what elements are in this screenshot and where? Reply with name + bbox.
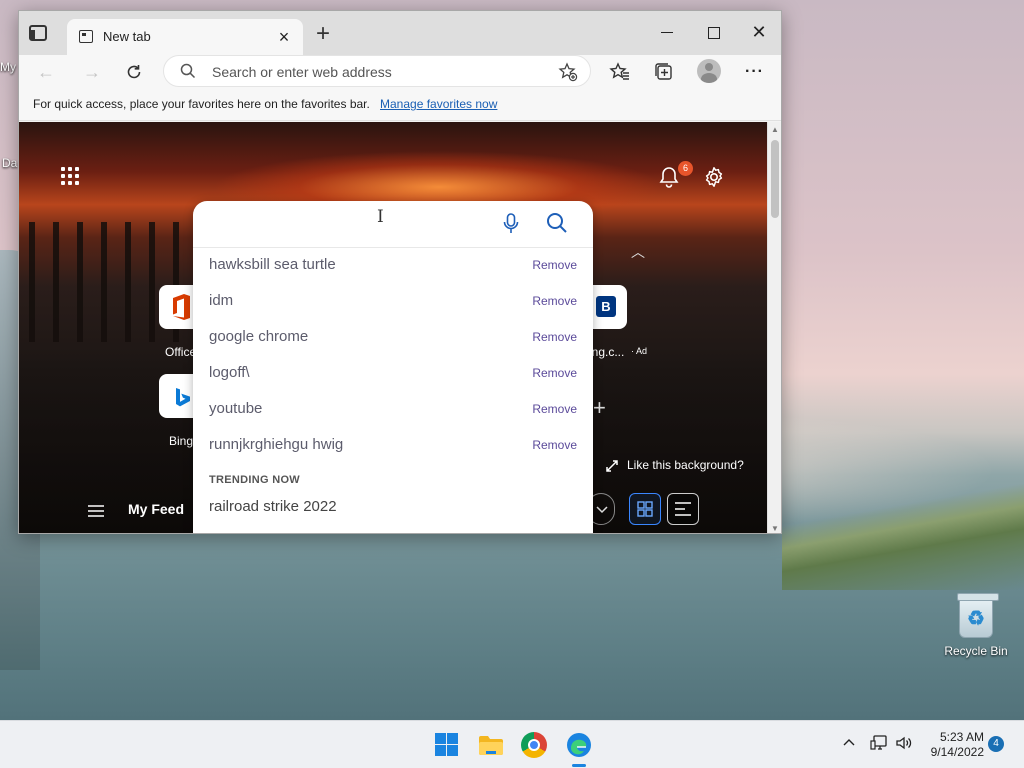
suggestion-query[interactable]: google chrome	[209, 328, 308, 345]
manage-favorites-link[interactable]: Manage favorites now	[380, 97, 497, 111]
new-tab-plus-icon[interactable]: +	[311, 22, 335, 47]
maximize-button[interactable]	[701, 21, 725, 45]
suggestion-item[interactable]: logoff\ Remove	[193, 356, 593, 392]
favorites-bar: For quick access, place your favorites h…	[19, 89, 781, 121]
suggestion-item[interactable]: runnjkrghiehgu hwig Remove	[193, 428, 593, 464]
remove-suggestion-button[interactable]: Remove	[532, 402, 577, 416]
background-pier-post	[77, 222, 83, 342]
suggestion-query[interactable]: idm	[209, 292, 233, 309]
like-background-button[interactable]: Like this background?	[605, 458, 744, 473]
tab-actions-menu-icon[interactable]	[29, 25, 47, 41]
remove-suggestion-button[interactable]: Remove	[532, 330, 577, 344]
page-scrollbar[interactable]: ▲ ▼	[767, 122, 781, 533]
start-windows-icon[interactable]	[433, 731, 461, 759]
search-submit-icon[interactable]	[546, 212, 568, 239]
suggestion-item[interactable]: hawksbill sea turtle Remove	[193, 248, 593, 284]
tab-title: New tab	[103, 29, 151, 44]
background-pier-post	[125, 222, 131, 342]
more-options-icon[interactable]: ···	[745, 61, 767, 83]
text-cursor-icon: I	[377, 207, 384, 227]
favorites-icon[interactable]	[609, 61, 631, 83]
trending-now-heading: TRENDING NOW	[209, 474, 300, 486]
recycle-bin-desktop-icon[interactable]: ♻ Recycle Bin	[944, 593, 1008, 658]
back-arrow-icon[interactable]: ←	[33, 59, 59, 85]
remove-suggestion-button[interactable]: Remove	[532, 258, 577, 272]
add-favorite-star-icon[interactable]	[558, 62, 578, 87]
system-clock[interactable]: 5:23 AM 9/14/2022	[922, 730, 984, 760]
refresh-icon[interactable]	[121, 59, 147, 85]
notification-count-badge: 6	[678, 161, 693, 176]
scroll-down-arrow-icon[interactable]: ▼	[771, 524, 779, 533]
taskbar: 5:23 AM 9/14/2022 4	[0, 720, 1024, 768]
remove-suggestion-button[interactable]: Remove	[532, 438, 577, 452]
collapse-chevron-up-icon[interactable]: ︿	[631, 242, 645, 262]
scrollbar-thumb[interactable]	[771, 140, 779, 218]
close-tab-icon[interactable]: ×	[273, 26, 295, 48]
background-pier-post	[101, 222, 107, 342]
new-tab-page: 6 ︿ Office B ing.c... · Ad Bing + Like t…	[19, 122, 767, 533]
web-search-input[interactable]	[209, 209, 499, 239]
chrome-browser-icon[interactable]	[521, 732, 547, 758]
scroll-up-arrow-icon[interactable]: ▲	[771, 125, 779, 134]
suggestion-query[interactable]: youtube	[209, 400, 262, 417]
background-pier-post	[29, 222, 35, 342]
remove-suggestion-button[interactable]: Remove	[532, 366, 577, 380]
suggestion-item[interactable]: youtube Remove	[193, 392, 593, 428]
new-tab-favicon-icon	[79, 30, 93, 43]
active-app-indicator	[572, 764, 586, 767]
list-layout-icon[interactable]	[667, 493, 699, 525]
my-feed-title[interactable]: My Feed	[128, 501, 184, 517]
page-settings-gear-icon[interactable]	[703, 166, 725, 193]
close-window-button[interactable]: ✕	[747, 21, 771, 45]
background-pier-post	[53, 222, 59, 342]
collections-icon[interactable]	[653, 61, 675, 83]
tab-new-tab[interactable]: New tab ×	[67, 19, 303, 55]
hamburger-menu-icon[interactable]	[87, 504, 105, 523]
quick-link-booking-label: ing.c...	[589, 345, 625, 359]
trending-item[interactable]: railroad strike 2022	[209, 498, 337, 515]
suggestion-query[interactable]: logoff\	[209, 364, 250, 381]
network-icon[interactable]	[870, 735, 888, 756]
suggestion-query[interactable]: hawksbill sea turtle	[209, 256, 336, 273]
desktop-icon-label-partial[interactable]: Da	[2, 156, 17, 170]
show-hidden-icons-chevron-icon[interactable]	[842, 735, 856, 754]
volume-speaker-icon[interactable]	[895, 735, 913, 756]
file-explorer-folder-icon[interactable]	[477, 731, 505, 759]
app-launcher-grid-icon[interactable]	[61, 167, 79, 185]
quick-link-office-label: Office	[165, 345, 197, 359]
title-bar: New tab × + ✕	[19, 11, 781, 55]
clock-date: 9/14/2022	[930, 745, 984, 759]
favorites-bar-message: For quick access, place your favorites h…	[33, 97, 370, 111]
edge-browser-icon[interactable]	[565, 731, 593, 759]
like-background-label: Like this background?	[627, 458, 744, 472]
forward-arrow-icon[interactable]: →	[79, 59, 105, 85]
quick-link-bing-label: Bing	[169, 434, 194, 448]
profile-avatar-icon[interactable]	[697, 59, 721, 83]
ad-label: · Ad	[631, 346, 648, 356]
add-site-plus-icon[interactable]: +	[593, 395, 606, 421]
recycle-bin-icon: ♻	[957, 593, 999, 638]
address-input[interactable]	[212, 62, 542, 82]
wallpaper-shore	[782, 480, 1024, 590]
minimize-button[interactable]	[655, 21, 679, 45]
suggestion-item[interactable]: idm Remove	[193, 284, 593, 320]
notifications-bell-icon[interactable]	[659, 166, 679, 193]
microphone-icon[interactable]	[503, 213, 519, 240]
suggestion-query[interactable]: runnjkrghiehgu hwig	[209, 436, 343, 453]
booking-logo-icon: B	[596, 296, 616, 317]
expand-arrows-icon	[606, 460, 618, 472]
search-suggestions-panel: I hawksbill sea turtle Remove idm Remove…	[193, 201, 593, 533]
browser-toolbar: ← → ···	[19, 55, 781, 89]
notification-center-badge[interactable]: 4	[988, 736, 1004, 752]
remove-suggestion-button[interactable]: Remove	[532, 294, 577, 308]
clock-time: 5:23 AM	[939, 730, 984, 744]
search-icon	[180, 63, 196, 84]
desktop-icon-label-partial[interactable]: My	[0, 60, 16, 74]
suggestion-item[interactable]: google chrome Remove	[193, 320, 593, 356]
edge-browser-window: New tab × + ✕ ← → ···	[18, 10, 782, 534]
recycle-bin-label: Recycle Bin	[944, 644, 1008, 658]
background-pier-post	[149, 222, 155, 342]
grid-layout-icon[interactable]	[629, 493, 661, 525]
address-bar[interactable]	[163, 55, 591, 87]
